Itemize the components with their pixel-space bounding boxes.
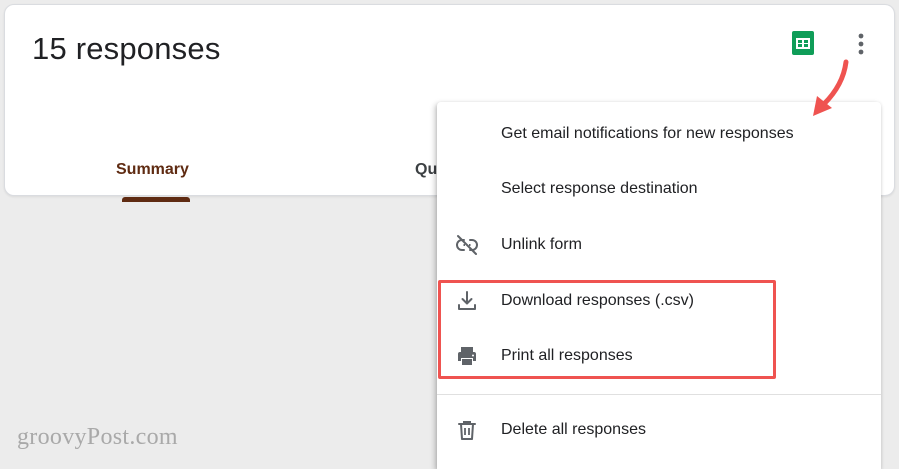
page-title: 15 responses: [32, 31, 221, 66]
tab-summary-indicator: [122, 197, 190, 202]
menu-item-label: Select response destination: [501, 180, 698, 197]
annotation-arrow-icon: [813, 59, 849, 116]
menu-item-label: Get email notifications for new response…: [501, 125, 794, 142]
menu-item-unlink-form[interactable]: Unlink form: [437, 219, 881, 271]
tab-summary[interactable]: Summary: [116, 161, 189, 179]
menu-divider: [437, 394, 881, 395]
trash-icon: [458, 421, 476, 440]
tab-questions[interactable]: Qu: [415, 161, 437, 179]
menu-item-select-destination[interactable]: Select response destination: [437, 163, 881, 215]
annotation-highlight-box: [438, 280, 776, 379]
watermark: groovyPost.com: [17, 424, 178, 450]
menu-item-label: Delete all responses: [501, 421, 646, 438]
google-sheets-icon[interactable]: [791, 30, 815, 56]
more-vert-icon[interactable]: [851, 29, 871, 59]
link-off-icon: [456, 235, 478, 255]
menu-item-label: Unlink form: [501, 236, 582, 253]
menu-item-delete-all[interactable]: Delete all responses: [437, 404, 881, 456]
